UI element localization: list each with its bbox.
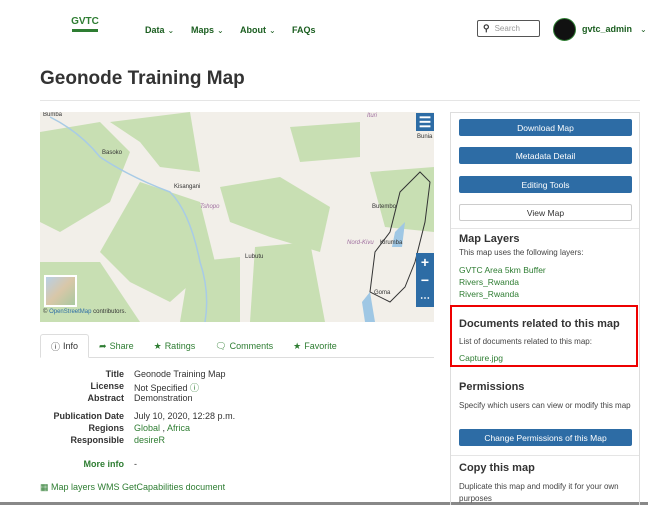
info-tabs: ⓘ Info ➦ Share ★ Ratings 🗨 Comments ★ Favorit… [40,334,434,358]
tab-label: Ratings [164,341,196,351]
map-label: Kisangani [174,184,201,190]
chevron-down-icon: ⌄ [217,25,224,35]
title-key: Title [105,369,124,379]
license-key: License [90,381,124,391]
download-map-button[interactable]: Download Map [459,119,632,136]
change-permissions-button[interactable]: Change Permissions of this Map [459,429,632,446]
tab-share[interactable]: ➦ Share [89,334,144,358]
highlight-box [450,305,638,367]
tab-info[interactable]: ⓘ Info [40,334,90,358]
tab-label: Favorite [304,341,337,351]
star-icon: ★ [153,340,162,351]
plus-icon: + [420,254,430,270]
abstract-value: Demonstration [134,393,193,403]
region-link[interactable]: Africa [167,423,190,433]
nav-label: Data [145,25,165,35]
ellipsis-icon: ⋯ [420,292,430,304]
map-layers-heading: Map Layers [459,233,520,245]
tab-comments[interactable]: 🗨 Comments [205,334,283,358]
nav-label: About [240,25,266,35]
search-input[interactable]: ⚲ Search [477,20,540,37]
tab-ratings[interactable]: ★ Ratings [144,334,206,358]
info-icon[interactable]: ⓘ [190,383,199,393]
permissions-heading: Permissions [459,381,525,393]
search-icon: ⚲ [483,23,490,33]
map-icon: ▦ [40,482,49,492]
copy-map-text: Duplicate this map and modify it for you… [459,482,619,503]
map-label: Tshopo [200,204,220,210]
minus-icon: − [420,272,430,288]
chevron-down-icon: ⌄ [167,25,175,35]
map-label: Bumba [43,112,63,118]
tab-label: Info [63,341,79,351]
view-map-button[interactable]: View Map [459,204,632,221]
logo-icon: GVTC [71,16,99,27]
layer-link[interactable]: GVTC Area 5km Buffer [459,265,546,275]
publication-date-key: Publication Date [53,411,124,421]
avatar[interactable] [553,18,576,41]
map-attribution: © OpenStreetMap contributors. [43,309,127,315]
map-viewer[interactable]: Bumba Basoko Kisangani Tshopo Lubutu Itu… [40,112,434,322]
map-label: Kirumba [380,240,403,246]
publication-date-value: July 10, 2020, 12:28 p.m. [134,411,236,421]
map-label: Ituri [367,113,378,119]
comment-icon: 🗨 [215,340,227,351]
divider [451,228,639,229]
user-menu[interactable]: gvtc_admin ⌄ [582,19,647,39]
logo[interactable]: GVTC [68,12,102,42]
region-link[interactable]: Global [134,423,160,433]
username: gvtc_admin [582,24,633,34]
responsible-link[interactable]: desireR [134,435,165,445]
title-value: Geonode Training Map [134,369,226,379]
responsible-key: Responsible [70,435,124,445]
map-label: Goma [374,290,391,296]
tab-label: Comments [229,341,274,351]
star-icon: ★ [293,340,302,351]
copy-map-heading: Copy this map [459,462,535,474]
map-label: Butembo [372,204,397,210]
nav-maps[interactable]: Maps ⌄ [191,20,224,40]
nav-data[interactable]: Data ⌄ [145,20,174,40]
layers-menu-button[interactable]: ☰ [416,113,434,131]
zoom-in-button[interactable]: + [416,253,434,271]
menu-icon: ☰ [418,113,432,130]
share-icon: ➦ [99,340,107,351]
search-placeholder: Search [494,24,520,33]
page-title: Geonode Training Map [40,68,245,89]
nav-label: FAQs [292,25,316,35]
regions-value: Global , Africa [134,423,191,433]
map-label: Bunia [417,134,433,140]
abstract-key: Abstract [87,393,124,403]
chevron-down-icon: ⌄ [640,24,647,34]
metadata-detail-button[interactable]: Metadata Detail [459,147,632,164]
permissions-text: Specify which users can view or modify t… [459,401,631,410]
divider [451,455,639,456]
map-label: Nord-Kivu [347,240,374,246]
more-info-value: - [134,459,137,469]
nav-about[interactable]: About ⌄ [240,20,276,40]
wms-capabilities-link[interactable]: ▦ Map layers WMS GetCapabilities documen… [40,482,225,493]
more-info-link[interactable]: More info [84,459,125,469]
chevron-down-icon: ⌄ [269,25,276,35]
info-icon: ⓘ [51,341,61,352]
zoom-out-button[interactable]: − [416,271,434,289]
map-label: Lubutu [245,254,264,260]
divider [40,100,640,101]
osm-link[interactable]: OpenStreetMap [49,309,91,315]
regions-key: Regions [88,423,124,433]
map-label: Basoko [102,150,123,156]
layer-link[interactable]: Rivers_Rwanda [459,277,519,287]
background-switcher[interactable] [44,275,77,307]
editing-tools-button[interactable]: Editing Tools [459,176,632,193]
nav-faqs[interactable]: FAQs [292,20,316,40]
layer-link[interactable]: Rivers_Rwanda [459,289,519,299]
tab-label: Share [109,341,134,351]
more-button[interactable]: ⋯ [416,289,434,307]
map-layers-text: This map uses the following layers: [459,248,584,257]
nav-label: Maps [191,25,215,35]
tab-favorite[interactable]: ★ Favorite [283,334,347,358]
